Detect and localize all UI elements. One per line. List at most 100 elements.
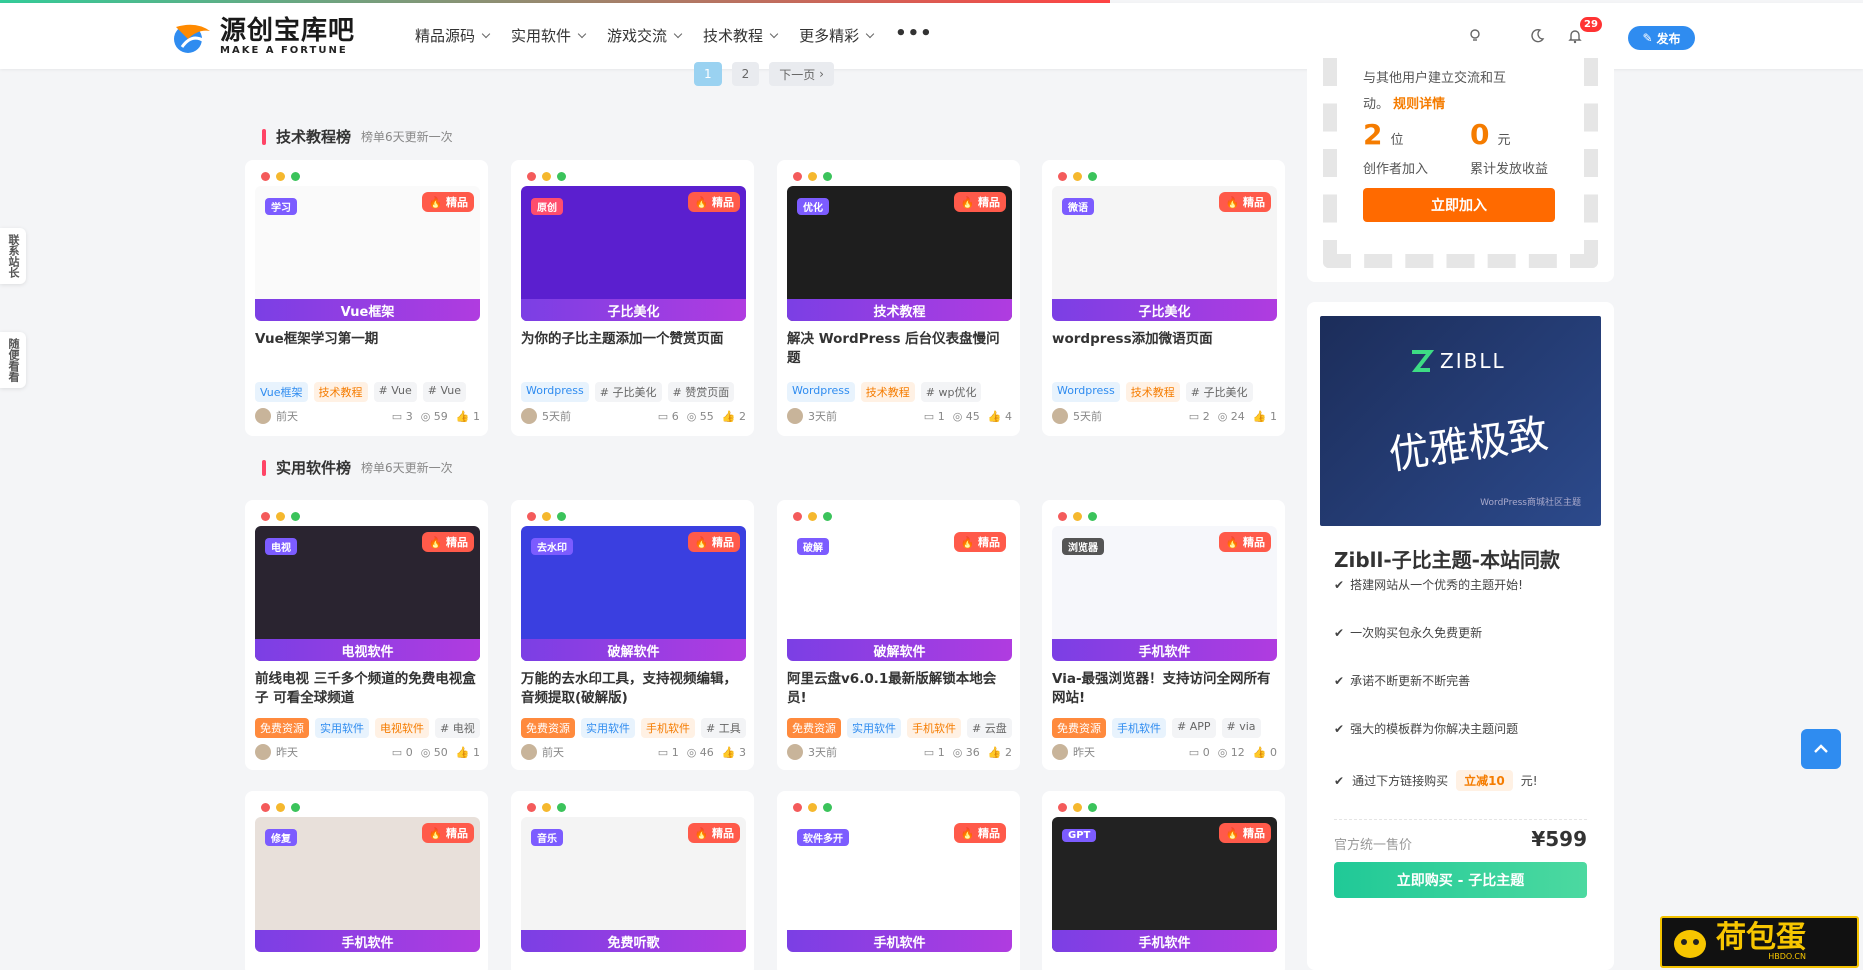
post-thumbnail[interactable]: 软件多开 🔥 精品 手机软件: [787, 817, 1012, 952]
category-tag[interactable]: 去水印: [531, 538, 573, 555]
post-title[interactable]: 解决 WordPress 后台仪表盘慢问题: [787, 330, 1012, 368]
post-title[interactable]: Vue框架学习第一期: [255, 330, 480, 349]
publish-button[interactable]: ✎ 发布: [1628, 26, 1695, 50]
post-card[interactable]: 学习 🔥 精品 Vue框架 Vue框架学习第一期 Vue框架 技术教程 # Vue # Vue…: [245, 160, 488, 436]
tag-chip[interactable]: 免费资源: [521, 718, 575, 738]
post-thumbnail[interactable]: GPT 🔥 精品 手机软件: [1052, 817, 1277, 952]
tag-chip[interactable]: Wordpress: [787, 382, 855, 402]
tag-chip[interactable]: 实用软件: [315, 718, 369, 738]
post-title[interactable]: Via-最强浏览器！支持访问全网所有网站!: [1052, 670, 1277, 708]
tag-chip[interactable]: 免费资源: [787, 718, 841, 738]
rules-link[interactable]: 规则详情: [1393, 97, 1445, 112]
moon-icon[interactable]: [1526, 25, 1548, 47]
post-card[interactable]: 破解 🔥 精品 破解软件阿里云盘v6.0.1最新版解锁本地会员! 免费资源 实用软件 手机…: [777, 500, 1020, 770]
tag-chip[interactable]: 技术教程: [313, 382, 368, 402]
avatar[interactable]: [521, 744, 537, 760]
tag-chip[interactable]: # wp优化: [920, 382, 982, 402]
post-thumbnail[interactable]: 修复 🔥 精品 手机软件: [255, 817, 480, 952]
tag-chip[interactable]: # 赞赏页面: [667, 382, 735, 402]
category-tag[interactable]: 音乐: [531, 829, 563, 846]
tag-chip[interactable]: # 工具: [701, 718, 746, 738]
nav-more-menu[interactable]: •••: [895, 21, 933, 46]
tag-chip[interactable]: # 电视: [435, 718, 480, 738]
lightbulb-icon[interactable]: [1464, 25, 1486, 47]
post-card[interactable]: 软件多开 🔥 精品 手机软件: [777, 791, 1020, 970]
avatar[interactable]: [1052, 408, 1068, 424]
post-title[interactable]: 万能的去水印工具，支持视频编辑，音频提取(破解版): [521, 670, 746, 708]
product-banner[interactable]: ZIBLL 优雅极致 WordPress商城社区主题: [1320, 316, 1601, 526]
random-browse-button[interactable]: 随便看看: [0, 332, 26, 388]
avatar[interactable]: [255, 744, 271, 760]
tag-chip[interactable]: 免费资源: [1052, 718, 1106, 738]
tag-chip[interactable]: # APP: [1172, 718, 1216, 738]
post-card[interactable]: 音乐 🔥 精品 免费听歌: [511, 791, 754, 970]
category-tag[interactable]: 微语: [1062, 198, 1094, 215]
post-card[interactable]: 微语 🔥 精品 子比美化 wordpress添加微语页面 Wordpress 技术教程 # …: [1042, 160, 1285, 436]
back-to-top-button[interactable]: [1801, 729, 1841, 769]
tag-chip[interactable]: 实用软件: [847, 718, 901, 738]
category-tag[interactable]: 浏览器: [1062, 538, 1104, 555]
tag-chip[interactable]: # 云盘: [967, 718, 1012, 738]
post-card[interactable]: 电视 🔥 精品 电视软件前线电视 三千多个频道的免费电视盒子 可看全球频道免费资源实…: [245, 500, 488, 770]
tag-chip[interactable]: 手机软件: [641, 718, 695, 738]
category-tag[interactable]: GPT: [1062, 829, 1097, 842]
category-tag[interactable]: 软件多开: [797, 829, 849, 846]
avatar[interactable]: [1052, 744, 1068, 760]
tag-chip[interactable]: # Vue: [373, 382, 417, 402]
nav-item-software[interactable]: 实用软件: [511, 25, 587, 46]
category-tag[interactable]: 修复: [265, 829, 297, 846]
post-title[interactable]: 为你的子比主题添加一个赞赏页面: [521, 330, 746, 349]
post-thumbnail[interactable]: 破解 🔥 精品 破解软件: [787, 526, 1012, 661]
product-title[interactable]: Zibll-子比主题-本站同款: [1334, 544, 1560, 573]
post-card[interactable]: GPT 🔥 精品 手机软件: [1042, 791, 1285, 970]
tag-chip[interactable]: 手机软件: [907, 718, 961, 738]
tag-chip[interactable]: 手机软件: [1112, 718, 1166, 738]
nav-item-tutorials[interactable]: 技术教程: [703, 25, 779, 46]
tag-chip[interactable]: # 子比美化: [594, 382, 662, 402]
page-2-button[interactable]: 2: [731, 62, 760, 86]
post-thumbnail[interactable]: 学习 🔥 精品 Vue框架: [255, 186, 480, 321]
tag-chip[interactable]: # via: [1221, 718, 1261, 738]
tag-chip[interactable]: 免费资源: [255, 718, 309, 738]
category-tag[interactable]: 优化: [797, 198, 829, 215]
category-tag[interactable]: 破解: [797, 538, 829, 555]
post-title[interactable]: 前线电视 三千多个频道的免费电视盒子 可看全球频道: [255, 670, 480, 708]
tag-chip[interactable]: # 子比美化: [1185, 382, 1253, 402]
tag-chip[interactable]: Wordpress: [1052, 382, 1120, 402]
post-thumbnail[interactable]: 音乐 🔥 精品 免费听歌: [521, 817, 746, 952]
post-card[interactable]: 优化 🔥 精品 技术教程解决 WordPress 后台仪表盘慢问题 Wordpress…: [777, 160, 1020, 436]
avatar[interactable]: [787, 744, 803, 760]
avatar[interactable]: [521, 408, 537, 424]
post-card[interactable]: 原创 🔥 精品 子比美化为你的子比主题添加一个赞赏页面 Wordpress # 子比美化…: [511, 160, 754, 436]
post-card[interactable]: 去水印 🔥 精品 破解软件万能的去水印工具，支持视频编辑，音频提取(破解版) 免费资源…: [511, 500, 754, 770]
category-tag[interactable]: 原创: [531, 198, 563, 215]
post-title[interactable]: 阿里云盘v6.0.1最新版解锁本地会员!: [787, 670, 1012, 708]
join-button[interactable]: 立即加入: [1363, 188, 1555, 222]
next-page-button[interactable]: 下一页 ›: [769, 62, 834, 86]
nav-item-source[interactable]: 精品源码: [415, 25, 491, 46]
tag-chip[interactable]: 技术教程: [860, 382, 915, 402]
category-tag[interactable]: 电视: [265, 538, 297, 555]
nav-item-more[interactable]: 更多精彩: [799, 25, 875, 46]
tag-chip[interactable]: 技术教程: [1125, 382, 1180, 402]
post-thumbnail[interactable]: 去水印 🔥 精品 破解软件: [521, 526, 746, 661]
post-thumbnail[interactable]: 微语 🔥 精品 子比美化: [1052, 186, 1277, 321]
avatar[interactable]: [787, 408, 803, 424]
post-card[interactable]: 浏览器 🔥 精品 手机软件 Via-最强浏览器！支持访问全网所有网站! 免费资源 手机软件…: [1042, 500, 1285, 770]
tag-chip[interactable]: Wordpress: [521, 382, 589, 402]
buy-button[interactable]: 立即购买 - 子比主题: [1334, 862, 1587, 898]
tag-chip[interactable]: Vue框架: [255, 382, 308, 402]
post-thumbnail[interactable]: 优化 🔥 精品 技术教程: [787, 186, 1012, 321]
tag-chip[interactable]: # Vue: [422, 382, 466, 402]
site-logo[interactable]: 源创宝库吧 MAKE A FORTUNE: [170, 17, 355, 57]
post-thumbnail[interactable]: 浏览器 🔥 精品 手机软件: [1052, 526, 1277, 661]
category-tag[interactable]: 学习: [265, 198, 297, 215]
nav-item-games[interactable]: 游戏交流: [607, 25, 683, 46]
tag-chip[interactable]: 实用软件: [581, 718, 635, 738]
avatar[interactable]: [255, 408, 271, 424]
page-1-button[interactable]: 1: [694, 62, 722, 86]
post-thumbnail[interactable]: 电视 🔥 精品 电视软件: [255, 526, 480, 661]
tag-chip[interactable]: 电视软件: [375, 718, 429, 738]
post-thumbnail[interactable]: 原创 🔥 精品 子比美化: [521, 186, 746, 321]
post-card[interactable]: 修复 🔥 精品 手机软件: [245, 791, 488, 970]
